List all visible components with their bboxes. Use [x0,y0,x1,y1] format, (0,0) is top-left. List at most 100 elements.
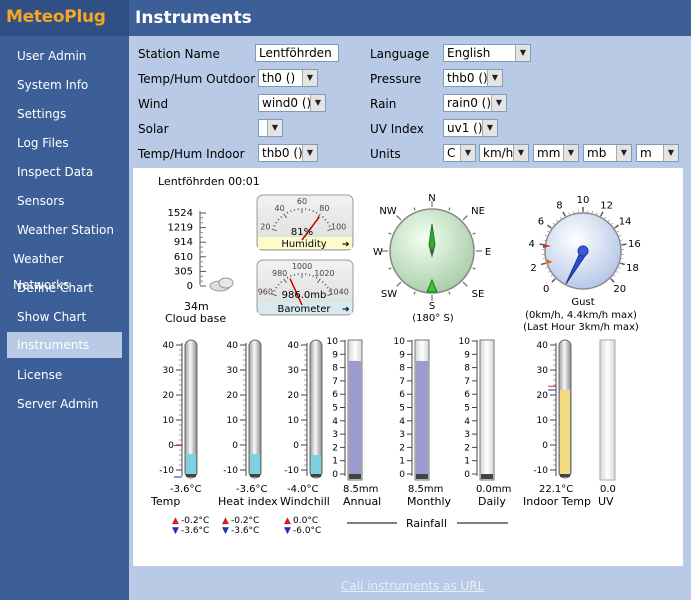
thermometer-fill [250,454,260,474]
wind-gauge-minor-tick [608,219,610,222]
wind-compass: N NE E SE S SW W NW (180° S) [373,193,491,324]
thermometer-tick-label: -10 [223,466,238,476]
units-altitude-value: m [640,146,652,160]
sidebar-item-user-admin[interactable]: User Admin [7,43,122,69]
rain-fill [416,360,428,474]
sidebar-item-show-chart[interactable]: Show Chart [7,304,122,330]
compass-e: E [485,247,491,258]
compass-degrees: (180° S) [412,313,454,324]
cloud-base-tick: 914 [174,237,193,248]
compass-tick [396,281,402,287]
down-triangle-icon: ▼ [284,526,291,536]
chevron-down-icon: ▼ [663,145,678,161]
rain-tube [479,339,495,481]
thermometer-tick-label: 40 [163,341,175,351]
call-instruments-url-link[interactable]: Call instruments as URL [341,579,484,593]
rain-tick-label: 9 [464,350,470,360]
up-triangle-icon: ▲ [172,516,179,526]
sidebar-item-weather-station[interactable]: Weather Station [7,217,122,243]
chevron-down-icon: ▼ [513,145,528,161]
rain-tick-label: 8 [399,364,405,374]
rain-tick-label: 2 [399,443,405,453]
units-temp-select[interactable]: C ▼ [443,144,476,162]
rain-tick-label: 1 [332,457,338,467]
chevron-down-icon: ▼ [616,145,631,161]
wind-select[interactable]: wind0 () ▼ [258,94,326,112]
sidebar-item-server-admin[interactable]: Server Admin [7,391,122,417]
solar-select[interactable]: ▼ [258,119,283,137]
instruments-svg: Lentföhrden 00:01 152412199146103050 34m… [150,175,641,536]
sidebar-item-license[interactable]: License [7,362,122,388]
windchill-high: 0.0°C [293,516,318,526]
daily-label: Daily [478,495,506,508]
sidebar-item-instruments[interactable]: Instruments [7,332,122,358]
wind-gauge-tick-label: 0 [543,284,549,295]
wind-gauge-minor-tick [559,216,562,219]
compass-ne: NE [471,206,485,217]
rain-tick-label: 5 [399,404,405,414]
temp-value: -3.6°C [170,484,202,495]
up-triangle-icon: ▲ [284,516,291,526]
arrow-right-icon: ➔ [342,305,350,315]
rainfall-label: Rainfall [406,517,447,530]
barometer-label: Barometer [277,304,331,315]
rain-tick-label: 2 [332,443,338,453]
uv-index-select[interactable]: uv1 () ▼ [443,119,498,137]
wind-gauge-minor-tick [556,219,558,222]
sidebar-item-define-chart[interactable]: Define Chart [7,275,122,301]
wind-gauge-tick-label: 10 [577,195,590,206]
rain-select[interactable]: rain0 () ▼ [443,94,507,112]
brand-header: MeteoPlug [0,0,129,36]
humidity-label: Humidity [281,239,326,250]
rain-tick-label: 0 [464,470,470,480]
cloud-base-tick: 610 [174,252,193,263]
meter-tick-label: 20 [260,223,270,232]
sidebar-item-system-info[interactable]: System Info [7,72,122,98]
temp-hum-indoor-select[interactable]: thb0 () ▼ [258,144,318,162]
thermometer-tick-label: 0 [168,441,174,451]
meter-tick-label: 960 [258,288,273,297]
rain-tick-label: 1 [399,457,405,467]
meter-tick-label: 60 [297,197,307,206]
wind-gauge-tick-label: 8 [556,201,562,212]
wind-gauge-minor-tick [547,271,550,273]
wind-gauge-last-hour: (Last Hour 3km/h max) [523,322,639,333]
thermometer-tick-label: 0 [542,441,548,451]
units-wind-select[interactable]: km/h ▼ [479,144,529,162]
temp-high: -0.2°C [181,516,209,526]
sidebar-item-settings[interactable]: Settings [7,101,122,127]
compass-tick [396,215,402,221]
uv-label: UV [598,495,614,508]
sidebar-item-log-files[interactable]: Log Files [7,130,122,156]
rain-tick-label: 2 [464,443,470,453]
uv-index-value: uv1 () [447,121,483,135]
chevron-down-icon: ▼ [310,95,325,111]
meter-tick-label: 980 [272,269,287,278]
rain-tick-label: 9 [399,350,405,360]
wind-gauge-minor-tick [596,212,598,215]
units-pressure-select[interactable]: mb ▼ [583,144,632,162]
temp-label: Temp [150,495,180,508]
station-name-input[interactable] [255,44,339,62]
language-select[interactable]: English ▼ [443,44,531,62]
temp-hum-outdoor-select[interactable]: th0 () ▼ [258,69,318,87]
units-rain-select[interactable]: mm ▼ [533,144,579,162]
thermometer-tick-label: 20 [163,391,175,401]
wind-gauge-tick-label: 6 [538,216,544,227]
pressure-select[interactable]: thb0 () ▼ [443,69,503,87]
rain-tick-label: 3 [464,430,470,440]
units-altitude-select[interactable]: m ▼ [636,144,679,162]
meter-tick-label: 1000 [292,262,312,271]
sidebar-item-inspect-data[interactable]: Inspect Data [7,159,122,185]
rain-tick-label: 0 [399,470,405,480]
windchill-value: -4.0°C [287,484,319,495]
wind-gauge-tick-label: 18 [626,263,639,274]
temp-hum-outdoor-label: Temp/Hum Outdoor [138,72,256,86]
compass-tick [388,267,392,270]
sidebar-item-weather-networks[interactable]: Weather Networks [7,246,122,292]
rain-tick-label: 5 [464,404,470,414]
thermometer-fill [186,454,196,474]
cloud-base-label: Cloud base [165,312,226,325]
sidebar-item-sensors[interactable]: Sensors [7,188,122,214]
thermometer-tick-label: 10 [163,416,175,426]
